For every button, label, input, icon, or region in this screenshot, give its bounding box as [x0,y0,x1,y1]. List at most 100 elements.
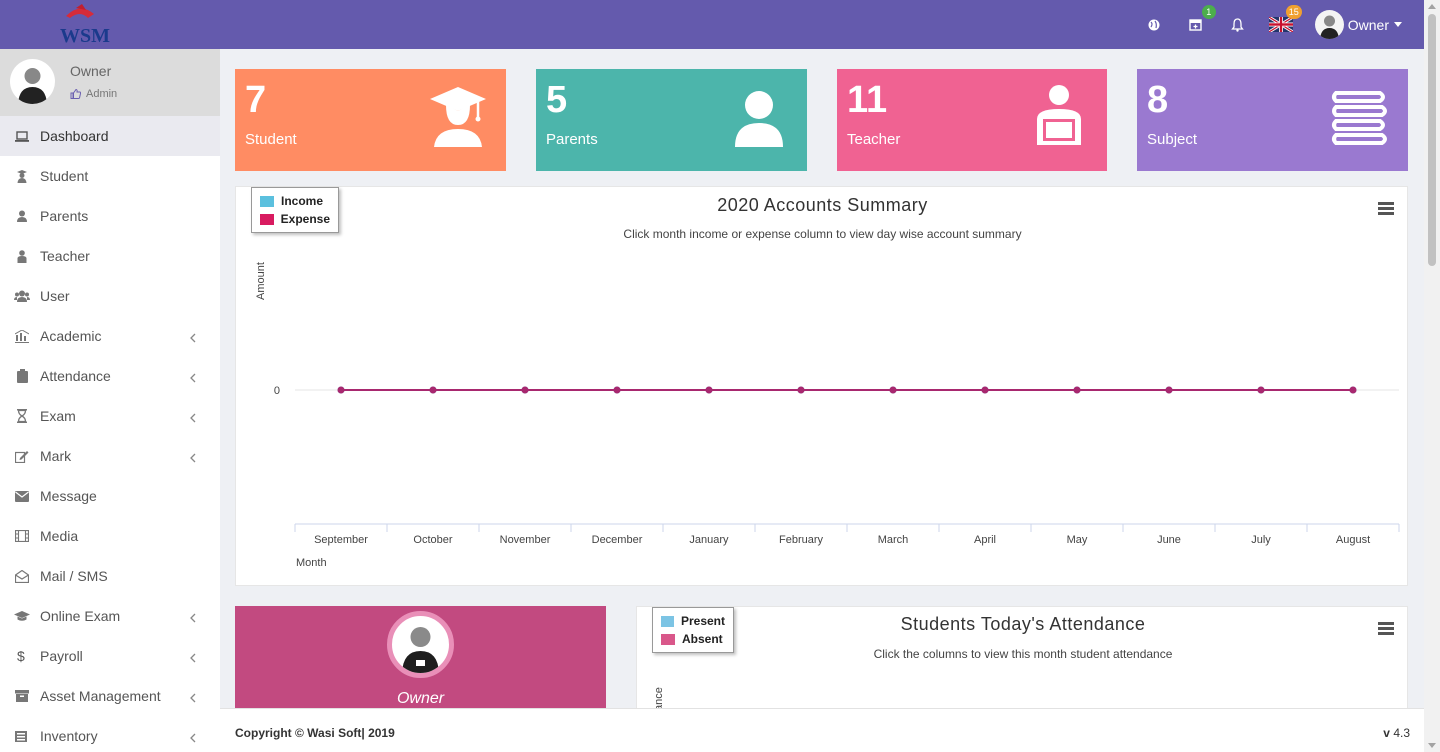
sidebar-item-label: Mark [40,448,72,464]
sidebar-item-inventory[interactable]: Inventory [0,716,220,752]
sidebar-item-teacher[interactable]: Teacher [0,236,220,276]
sidebar-item-label: Dashboard [40,128,109,144]
avatar [1314,10,1344,39]
graduate-icon [430,87,486,147]
sidebar-item-label: Parents [40,208,89,224]
sidebar-nav: Dashboard Student Parents Teacher User Academ… [0,116,220,752]
chevron-left-icon [190,410,196,423]
teacher-stat-card[interactable]: 11 Teacher [837,69,1107,171]
sidebar-item-student[interactable]: Student [0,156,220,196]
sidebar-item-parents[interactable]: Parents [0,196,220,236]
subject-count: 8 [1147,79,1169,121]
profile-avatar [387,611,454,678]
sidebar-item-label: Message [40,488,97,504]
data-point-expense-september [337,386,345,394]
chevron-left-icon [190,330,196,343]
chevron-left-icon [190,370,196,383]
x-tick-label-june: June [1157,534,1181,546]
chevron-left-icon [190,650,196,663]
sidebar-item-payroll[interactable]: $ Payroll [0,636,220,676]
scrollbar-thumb[interactable] [1428,14,1436,266]
attendance-panel: Present Absent Students Today's Attendan… [636,606,1408,716]
dollar-icon: $ [14,648,30,664]
open-envelope-icon [14,568,30,584]
teacher-label: Teacher [847,131,901,148]
x-tick-label-february: February [779,534,824,546]
sidebar-item-exam[interactable]: Exam [0,396,220,436]
clipboard-icon [14,368,30,384]
bell-icon[interactable] [1227,14,1249,36]
student-stat-card[interactable]: 7 Student [235,69,506,171]
sidebar-item-media[interactable]: Media [0,516,220,556]
student-label: Student [245,131,297,148]
data-point-expense-october [429,386,437,394]
uk-flag-icon[interactable]: 15 [1268,4,1302,36]
sidebar-item-label: Online Exam [40,608,121,624]
sidebar-item-label: Exam [40,408,76,424]
data-point-expense-december [613,386,621,394]
accounts-chart: 0 Amount September October November December J… [255,262,1400,569]
sidebar-item-label: Academic [40,328,102,344]
data-point-expense-march [889,386,897,394]
teacher-count: 11 [847,79,888,121]
sidebar-avatar [10,59,55,104]
books-icon [1332,91,1387,145]
envelope-icon [14,488,30,504]
subject-label: Subject [1147,131,1198,148]
sidebar: Owner Admin Dashboard Student Parents Teach… [0,49,220,752]
institution-icon [14,328,30,344]
data-point-expense-february [797,386,805,394]
attendance-chart-title: Students Today's Attendance [900,614,1146,634]
x-tick-label-january: January [689,534,729,546]
data-point-expense-may [1073,386,1081,394]
sidebar-item-academic[interactable]: Academic [0,316,220,356]
sidebar-item-dashboard[interactable]: Dashboard [0,116,220,156]
sidebar-item-mail-sms[interactable]: Mail / SMS [0,556,220,596]
edit-icon [14,448,30,464]
sidebar-item-asset-management[interactable]: Asset Management [0,676,220,716]
teacher-laptop-icon [1037,85,1081,145]
users-icon [14,288,30,304]
sidebar-item-attendance[interactable]: Attendance [0,356,220,396]
sidebar-item-label: Asset Management [40,688,161,704]
language-badge: 15 [1285,4,1302,19]
logo-text: WSMS [60,25,110,46]
sidebar-item-label: User [40,288,70,304]
x-tick-label-september: September [314,534,368,546]
student-count: 7 [245,79,267,121]
user-menu[interactable]: Owner [1314,10,1402,39]
sidebar-user-name: Owner [70,63,112,79]
teacher-icon [14,248,30,264]
x-tick-label-november: November [500,534,551,546]
wsms-logo[interactable]: WSMS [58,4,110,46]
sidebar-user-panel: Owner Admin [0,49,220,116]
film-icon [14,528,30,544]
subject-stat-card[interactable]: 8 Subject [1137,69,1408,171]
sidebar-item-mark[interactable]: Mark [0,436,220,476]
user-icon [14,208,30,224]
sidebar-item-label: Teacher [40,248,90,264]
sidebar-item-message[interactable]: Message [0,476,220,516]
scroll-up-arrow[interactable] [1428,4,1436,9]
x-tick-label-october: October [413,534,452,546]
data-point-expense-july [1257,386,1265,394]
sidebar-item-online-exam[interactable]: Online Exam [0,596,220,636]
globe-icon[interactable] [1143,14,1165,36]
profile-card: Owner [235,606,606,716]
footer: Copyright © Wasi Soft| 2019 v 4.3 [220,708,1424,752]
data-point-expense-january [705,386,713,394]
sidebar-item-label: Mail / SMS [40,568,108,584]
chevron-left-icon [190,610,196,623]
svg-text:$: $ [17,649,25,663]
calendar-icon[interactable]: 1 [1185,4,1216,36]
chevron-left-icon [190,450,196,463]
parents-stat-card[interactable]: 5 Parents [536,69,807,171]
sidebar-item-user[interactable]: User [0,276,220,316]
scroll-down-arrow[interactable] [1428,743,1436,748]
data-point-expense-november [521,386,529,394]
calendar-badge: 1 [1201,4,1216,19]
attendance-menu-icon[interactable] [1378,622,1394,635]
inventory-icon [14,728,30,744]
page-scrollbar[interactable] [1424,0,1440,752]
x-tick-label-december: December [592,534,643,546]
